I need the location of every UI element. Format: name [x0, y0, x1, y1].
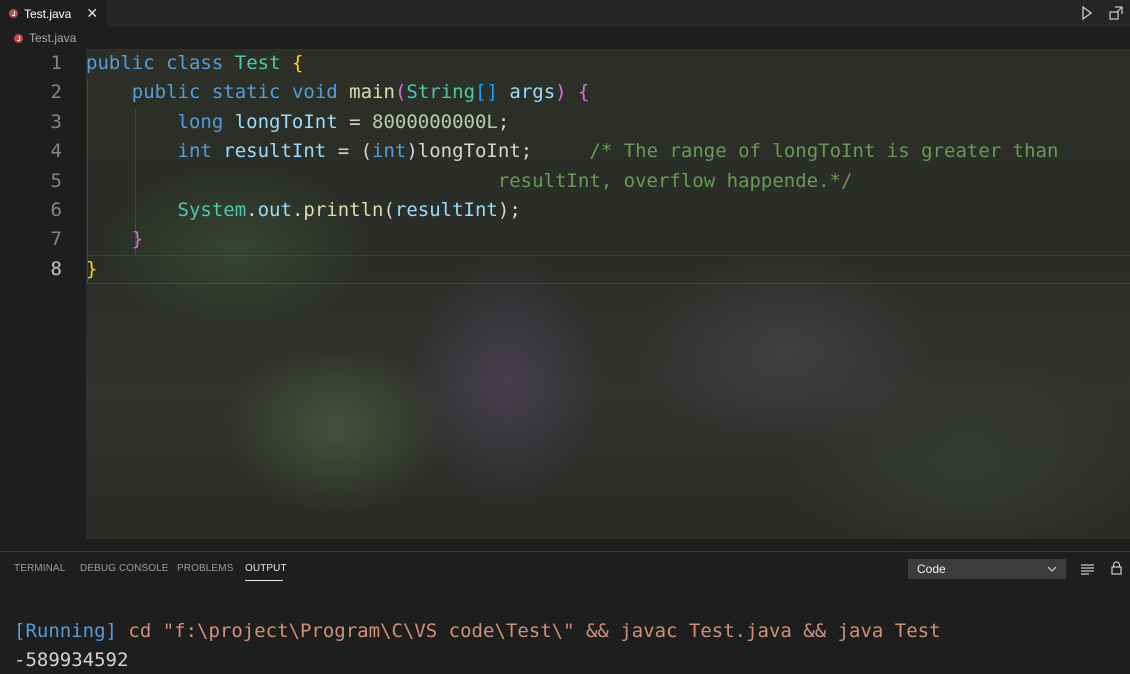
close-icon[interactable]: ✕ — [86, 5, 98, 22]
tab-test-java[interactable]: Test.java ✕ — [0, 0, 107, 27]
code-line-7: } — [86, 225, 143, 254]
token-keyword: public — [131, 81, 201, 104]
token-number: 8000000000L — [372, 110, 498, 133]
split-editor-icon[interactable] — [1108, 5, 1124, 21]
token-class-name: System — [177, 199, 247, 221]
output-running-tag: [Running] — [14, 620, 117, 642]
lock-icon[interactable] — [1111, 561, 1122, 575]
token-expression: )longToInt; — [406, 140, 533, 163]
token-bracket: ) — [555, 81, 567, 104]
token-bracket: ( — [394, 81, 407, 104]
tab-label: Test.java — [24, 6, 72, 21]
token-variable: resultInt — [223, 140, 327, 163]
current-line-highlight — [86, 255, 1130, 284]
java-file-icon — [14, 33, 23, 43]
tab-output[interactable]: OUTPUT — [245, 563, 287, 574]
token-bracket: [] — [475, 81, 498, 104]
token-keyword: static — [211, 81, 281, 104]
token-class-name: Test — [234, 52, 281, 74]
line-number: 2 — [50, 81, 62, 104]
code-line-4: int resultInt = (int)longToInt; /* The r… — [86, 137, 1059, 166]
token-variable: longToInt — [234, 110, 338, 133]
token-comment: /* The range of longToInt is greater tha… — [589, 140, 1059, 163]
token-punctuation: . — [246, 199, 258, 221]
token-punctuation: ( — [383, 199, 395, 221]
line-number: 5 — [50, 169, 62, 192]
token-keyword: void — [291, 81, 338, 104]
token-bracket: { — [578, 81, 590, 104]
token-punctuation: ); — [497, 199, 521, 221]
token-variable: out — [257, 199, 292, 221]
java-file-icon — [9, 9, 18, 18]
output-line-result: -589934592 — [14, 649, 129, 671]
line-number: 3 — [50, 110, 62, 133]
line-number: 7 — [50, 228, 62, 251]
line-number-active: 8 — [50, 257, 62, 280]
chevron-down-icon — [1047, 566, 1057, 572]
token-bracket: } — [86, 257, 98, 280]
code-line-8: } — [86, 255, 97, 284]
line-number: 4 — [50, 140, 62, 163]
token-function: println — [303, 199, 384, 221]
token-comment: resultInt, overflow happende.*/ — [452, 169, 853, 192]
line-number: 1 — [50, 52, 62, 74]
token-type: String — [406, 81, 476, 104]
token-variable: args — [509, 81, 556, 104]
token-operator: = ( — [326, 140, 373, 163]
tab-terminal[interactable]: TERMINAL — [14, 563, 65, 574]
token-keyword: long — [177, 110, 224, 133]
bottom-panel: TERMINAL DEBUG CONSOLE PROBLEMS OUTPUT C… — [0, 551, 1130, 674]
token-punctuation: ; — [497, 110, 510, 133]
token-keyword: public — [86, 52, 155, 74]
token-function: main — [349, 81, 395, 104]
token-punctuation: . — [291, 199, 304, 221]
tab-problems[interactable]: PROBLEMS — [177, 563, 233, 574]
line-number: 6 — [50, 199, 62, 221]
breadcrumb: Test.java — [0, 27, 76, 49]
output-channel-select[interactable]: Code — [908, 559, 1066, 579]
active-tab-indicator — [245, 580, 283, 581]
tab-debug-console[interactable]: DEBUG CONSOLE — [80, 563, 169, 574]
editor-tab-bar: Test.java ✕ — [0, 0, 1130, 27]
list-filter-icon[interactable] — [1081, 564, 1094, 575]
code-line-6: System.out.println(resultInt); — [86, 196, 521, 225]
token-bracket: } — [131, 228, 144, 251]
breadcrumb-file[interactable]: Test.java — [29, 31, 76, 45]
token-operator: = — [337, 110, 373, 133]
code-line-2: public static void main(String[] args) { — [86, 78, 590, 107]
output-channel-value: Code — [917, 562, 946, 576]
play-icon[interactable] — [1082, 6, 1092, 20]
code-line-5: resultInt, overflow happende.*/ — [86, 167, 853, 196]
output-command: cd "f:\project\Program\C\VS code\Test\" … — [116, 620, 941, 642]
token-keyword: int — [372, 140, 407, 163]
token-variable: resultInt — [394, 199, 498, 221]
code-line-1: public class Test { — [86, 49, 303, 78]
line-number-gutter: 1 2 3 4 5 6 7 8 — [0, 49, 86, 539]
token-keyword: int — [177, 140, 212, 163]
token-keyword: class — [166, 52, 224, 74]
token-bracket: { — [291, 52, 304, 74]
code-editor[interactable]: 1 2 3 4 5 6 7 8 public class Test { publ… — [0, 49, 1130, 539]
code-line-3: long longToInt = 8000000000L; — [86, 108, 510, 137]
output-line-command: [Running] cd "f:\project\Program\C\VS co… — [14, 617, 941, 646]
